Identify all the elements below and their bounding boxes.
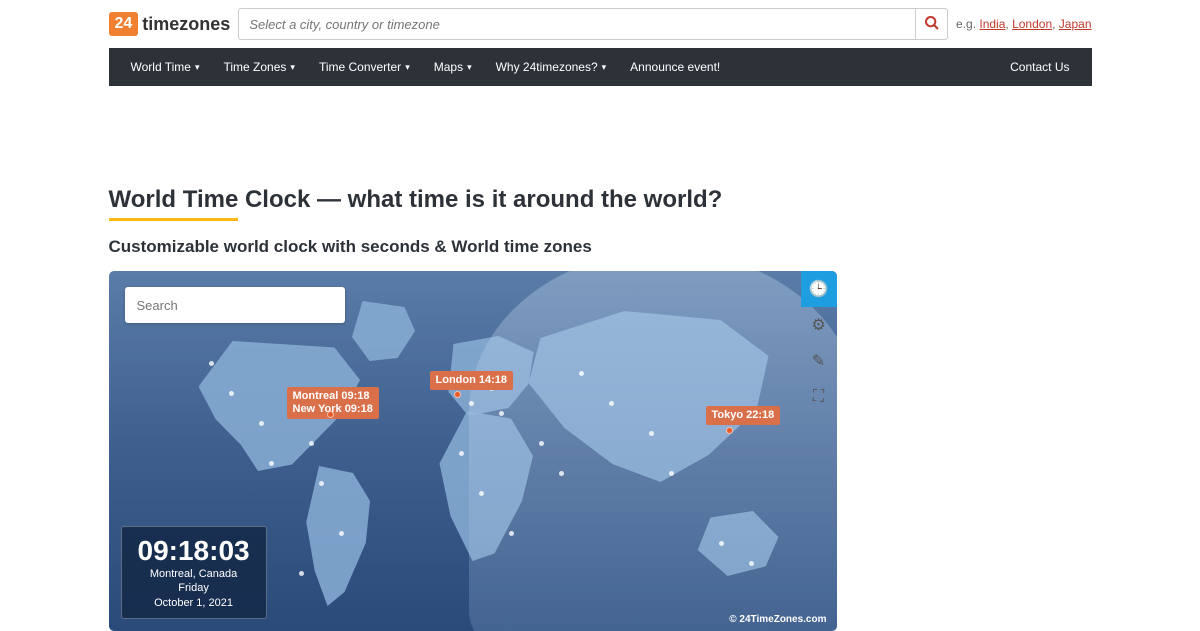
page-title: World Time Clock — what time is it aroun… xyxy=(109,186,1092,221)
clock-day: Friday xyxy=(138,581,250,595)
nav-why[interactable]: Why 24timezones?▾ xyxy=(484,48,619,86)
chevron-down-icon: ▾ xyxy=(405,62,410,73)
map-search-box[interactable] xyxy=(125,287,345,323)
nav-time-converter[interactable]: Time Converter▾ xyxy=(307,48,422,86)
nav-contact[interactable]: Contact Us xyxy=(998,48,1081,86)
example-link-japan[interactable]: Japan xyxy=(1059,17,1092,31)
nav-announce[interactable]: Announce event! xyxy=(618,48,732,86)
fullscreen-tool-button[interactable]: ⛶ xyxy=(801,379,837,415)
city-dot-tokyo[interactable] xyxy=(726,427,733,434)
city-label-tokyo[interactable]: Tokyo 22:18 xyxy=(706,406,781,425)
clock-tool-button[interactable]: 🕒 xyxy=(801,271,837,307)
pencil-icon: ✎ xyxy=(812,351,825,371)
clock-location: Montreal, Canada xyxy=(138,567,250,581)
search-button[interactable] xyxy=(916,8,948,40)
continent-shape xyxy=(349,301,419,361)
map-search-input[interactable] xyxy=(137,298,333,313)
chevron-down-icon: ▾ xyxy=(467,62,472,73)
fullscreen-icon: ⛶ xyxy=(813,388,824,406)
chevron-down-icon: ▾ xyxy=(290,62,295,73)
clock-time: 09:18:03 xyxy=(138,535,250,567)
clock-panel: 09:18:03 Montreal, Canada Friday October… xyxy=(121,526,267,619)
search-examples: e.g. India, London, Japan xyxy=(956,17,1091,31)
clock-icon: 🕒 xyxy=(809,279,829,299)
world-map-widget[interactable]: Montreal 09:18 New York 09:18 London 14:… xyxy=(109,271,837,631)
nav-maps[interactable]: Maps▾ xyxy=(422,48,484,86)
settings-tool-button[interactable]: ⚙ xyxy=(801,307,837,343)
logo-badge: 24 xyxy=(109,12,139,36)
example-link-london[interactable]: London xyxy=(1012,17,1052,31)
city-label-london[interactable]: London 14:18 xyxy=(430,371,514,390)
chevron-down-icon: ▾ xyxy=(602,62,607,73)
search-icon xyxy=(924,15,940,34)
logo-text: timezones xyxy=(142,14,230,35)
clock-date: October 1, 2021 xyxy=(138,596,250,610)
continent-shape xyxy=(294,466,379,606)
example-link-india[interactable]: India xyxy=(979,17,1005,31)
header-search-input[interactable] xyxy=(238,8,916,40)
gear-icon: ⚙ xyxy=(811,315,825,335)
map-copyright: © 24TimeZones.com xyxy=(729,614,826,625)
daylight-overlay xyxy=(469,271,837,631)
city-dot-newyork[interactable] xyxy=(327,411,334,418)
chevron-down-icon: ▾ xyxy=(195,62,200,73)
main-nav: World Time▾ Time Zones▾ Time Converter▾ … xyxy=(109,48,1092,86)
logo-link[interactable]: 24 timezones xyxy=(109,12,231,36)
page-subtitle: Customizable world clock with seconds & … xyxy=(109,237,1092,257)
city-dot-london[interactable] xyxy=(454,391,461,398)
nav-world-time[interactable]: World Time▾ xyxy=(119,48,212,86)
nav-time-zones[interactable]: Time Zones▾ xyxy=(212,48,307,86)
edit-tool-button[interactable]: ✎ xyxy=(801,343,837,379)
